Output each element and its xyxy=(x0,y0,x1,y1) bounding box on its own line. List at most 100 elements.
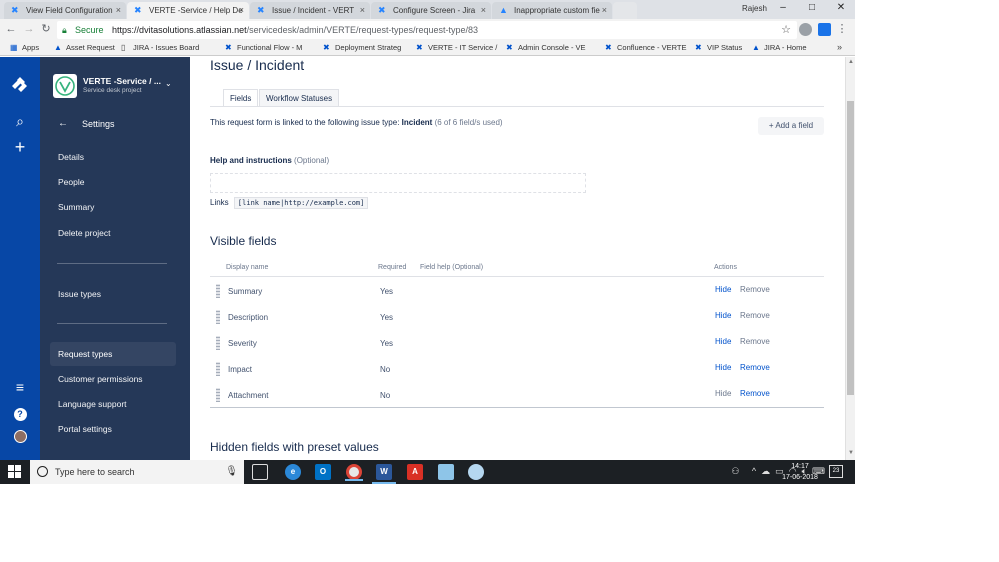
drag-handle-icon[interactable] xyxy=(216,336,220,350)
page-scrollbar[interactable]: ▲ ▼ xyxy=(845,57,855,460)
close-tab-icon[interactable]: × xyxy=(602,5,607,15)
browser-tab[interactable]: ✖ Configure Screen - Jira × xyxy=(371,2,491,19)
scroll-down-icon[interactable]: ▼ xyxy=(847,450,855,456)
url-input[interactable]: 🔒︎ Secure https://dvitasolutions.atlassi… xyxy=(57,21,797,39)
bookmark-item[interactable]: ✖ VERTE - IT Service / xyxy=(416,43,497,52)
help-icon[interactable]: ? xyxy=(10,402,30,422)
jira-favicon-icon: ✖ xyxy=(257,5,265,15)
jira-logo-icon[interactable] xyxy=(10,77,30,97)
microphone-icon[interactable]: 🎙︎ xyxy=(225,460,238,484)
bookmark-apps[interactable]: ▦ Apps xyxy=(10,43,39,52)
chevron-down-icon[interactable]: ⌄ xyxy=(165,79,172,88)
hide-link[interactable]: Hide xyxy=(715,337,731,346)
sidebar-item-details[interactable]: Details xyxy=(50,145,176,169)
hide-link[interactable]: Hide xyxy=(715,363,731,372)
minimize-icon[interactable]: – xyxy=(775,2,791,16)
close-tab-icon[interactable]: × xyxy=(239,5,244,15)
sidebar-item-language-support[interactable]: Language support xyxy=(50,392,176,416)
create-plus-icon[interactable]: + xyxy=(10,137,30,157)
bookmark-item[interactable]: ✖ Admin Console - VE xyxy=(506,43,586,52)
field-row-description[interactable]: Description Yes Hide Remove xyxy=(210,304,824,330)
field-row-impact[interactable]: Impact No Hide Remove xyxy=(210,356,824,382)
close-tab-icon[interactable]: × xyxy=(481,5,486,15)
field-name[interactable]: Summary xyxy=(228,287,262,296)
browser-tab[interactable]: ▲ Inappropriate custom fie × xyxy=(492,2,612,19)
onedrive-icon[interactable]: ☁︎ xyxy=(761,466,770,476)
field-name[interactable]: Attachment xyxy=(228,391,268,400)
drag-handle-icon[interactable] xyxy=(216,362,220,376)
field-name[interactable]: Impact xyxy=(228,365,252,374)
help-instructions-input[interactable] xyxy=(210,173,586,193)
bookmark-item[interactable]: ✖ Deployment Strateg xyxy=(323,43,401,52)
chrome-icon[interactable] xyxy=(345,464,363,481)
paint-icon[interactable] xyxy=(468,464,484,480)
project-avatar[interactable] xyxy=(53,74,77,98)
windows-start-icon[interactable] xyxy=(8,465,22,479)
new-tab-button[interactable] xyxy=(613,2,637,19)
bookmark-item[interactable]: ▲ JIRA - Home xyxy=(752,43,807,52)
forward-icon[interactable]: → xyxy=(22,22,36,36)
tab-fields[interactable]: Fields xyxy=(223,89,259,107)
bookmark-item[interactable]: ✖ Confluence - VERTE xyxy=(605,43,686,52)
hidden-fields-heading: Hidden fields with preset values xyxy=(210,440,379,454)
word-icon[interactable]: W xyxy=(372,464,396,484)
sidebar-item-request-types[interactable]: Request types xyxy=(50,342,176,366)
remove-link[interactable]: Remove xyxy=(740,363,770,372)
people-icon[interactable]: ⚇ xyxy=(731,466,739,476)
taskbar-clock[interactable]: 14:17 17-06-2018 xyxy=(782,461,818,483)
field-name[interactable]: Description xyxy=(228,313,268,322)
browser-tab[interactable]: ✖ View Field Configuration × xyxy=(4,2,126,19)
form-description: This request form is linked to the follo… xyxy=(210,118,503,127)
sidebar-item-portal-settings[interactable]: Portal settings xyxy=(50,417,176,441)
sidebar-item-customer-permissions[interactable]: Customer permissions xyxy=(50,367,176,391)
bookmark-item[interactable]: ▯ JIRA - Issues Board xyxy=(121,43,199,52)
bookmark-item[interactable]: ✖ Functional Flow - M xyxy=(225,43,302,52)
field-row-severity[interactable]: Severity Yes Hide Remove xyxy=(210,330,824,356)
scroll-up-icon[interactable]: ▲ xyxy=(847,59,855,65)
field-name[interactable]: Severity xyxy=(228,339,257,348)
close-tab-icon[interactable]: × xyxy=(116,5,121,15)
notepad-icon[interactable] xyxy=(438,464,454,480)
extension-icon[interactable] xyxy=(799,23,812,36)
browser-tab-active[interactable]: ✖ VERTE -Service / Help De × xyxy=(127,2,249,19)
browser-tab[interactable]: ✖ Issue / Incident - VERT × xyxy=(250,2,370,19)
drag-handle-icon[interactable] xyxy=(216,388,220,402)
tab-workflow-statuses[interactable]: Workflow Statuses xyxy=(259,89,340,107)
close-tab-icon[interactable]: × xyxy=(360,5,365,15)
task-view-icon[interactable] xyxy=(252,464,268,480)
sidebar-item-people[interactable]: People xyxy=(50,170,176,194)
maximize-icon[interactable]: □ xyxy=(804,2,820,16)
taskbar-search-input[interactable]: Type here to search 🎙︎ xyxy=(30,460,244,484)
sidebar-item-summary[interactable]: Summary xyxy=(50,195,176,219)
notification-center-icon[interactable]: 23 xyxy=(829,465,843,478)
remove-link[interactable]: Remove xyxy=(740,389,770,398)
scroll-thumb[interactable] xyxy=(847,101,854,395)
drag-handle-icon[interactable] xyxy=(216,310,220,324)
acrobat-icon[interactable]: A xyxy=(407,464,423,480)
profile-avatar[interactable] xyxy=(10,428,30,448)
back-icon[interactable]: ← xyxy=(4,22,18,36)
sidebar-item-delete-project[interactable]: Delete project xyxy=(50,221,176,245)
outlook-icon[interactable]: O xyxy=(315,464,331,480)
search-icon[interactable]: ⌕ xyxy=(10,111,30,131)
chevron-up-icon[interactable]: ^ xyxy=(752,466,756,476)
field-row-attachment[interactable]: Attachment No Hide Remove xyxy=(210,382,824,408)
hide-link[interactable]: Hide xyxy=(715,311,731,320)
chrome-menu-icon[interactable]: ⋮ xyxy=(835,22,849,36)
more-bookmarks-icon[interactable]: » xyxy=(837,42,842,52)
edge-icon[interactable]: e xyxy=(285,464,301,480)
add-field-button[interactable]: + Add a field xyxy=(758,117,824,135)
back-arrow-icon[interactable]: ← xyxy=(58,118,68,129)
hide-link[interactable]: Hide xyxy=(715,285,731,294)
extension-icon[interactable] xyxy=(818,23,831,36)
reload-icon[interactable]: ↻ xyxy=(39,22,53,36)
project-name[interactable]: VERTE -Service / ... xyxy=(83,76,163,86)
menu-icon[interactable]: ≡ xyxy=(10,377,30,397)
field-row-summary[interactable]: Summary Yes Hide Remove xyxy=(210,278,824,304)
bookmark-item[interactable]: ▲ Asset Request xyxy=(54,43,115,52)
drag-handle-icon[interactable] xyxy=(216,284,220,298)
bookmark-star-icon[interactable]: ☆ xyxy=(781,21,791,39)
bookmark-item[interactable]: ✖ VIP Status xyxy=(695,43,742,52)
sidebar-item-issue-types[interactable]: Issue types xyxy=(50,282,176,306)
close-window-icon[interactable]: ✕ xyxy=(833,2,849,16)
